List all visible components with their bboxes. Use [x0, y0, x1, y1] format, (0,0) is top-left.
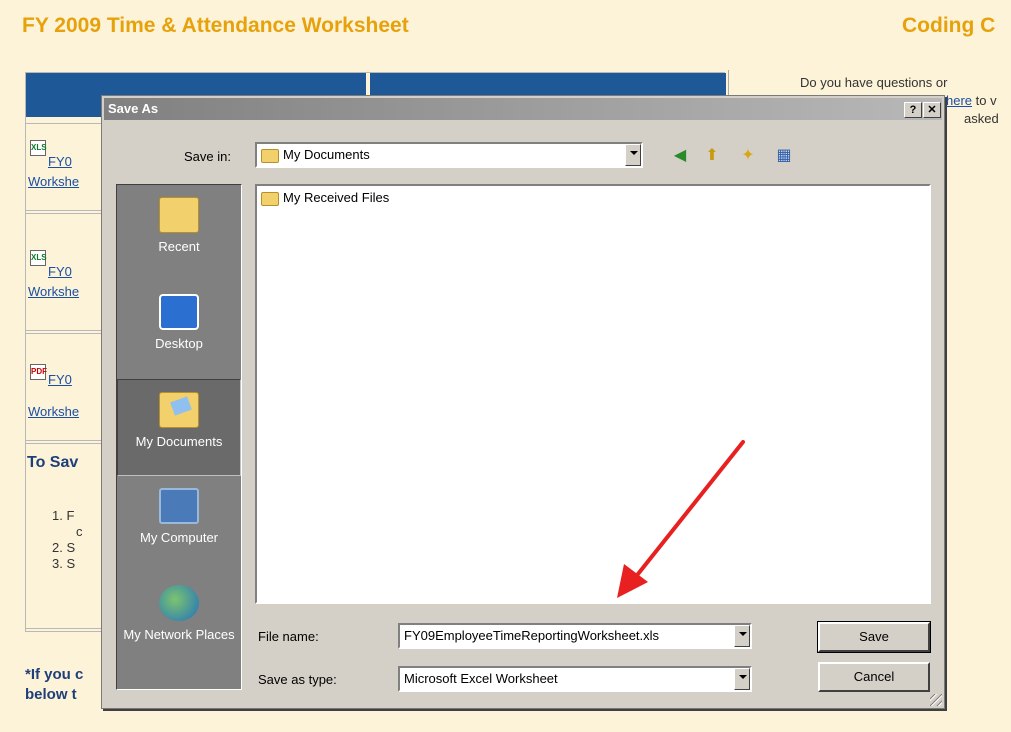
help-text-line3: asked — [964, 111, 999, 126]
save-in-dropdown[interactable]: My Documents — [255, 142, 643, 168]
place-recent[interactable]: Recent — [117, 185, 241, 282]
footer-line: below t — [25, 686, 77, 703]
place-label: Desktop — [155, 336, 203, 351]
place-network[interactable]: My Network Places — [117, 573, 241, 670]
up-folder-icon[interactable]: ⬆ — [702, 146, 722, 164]
resize-grip[interactable] — [930, 694, 942, 706]
back-icon[interactable]: ◀ — [670, 146, 690, 164]
place-label: My Documents — [135, 434, 223, 449]
worksheet-link[interactable]: Workshe — [28, 174, 79, 189]
help-button[interactable]: ? — [904, 102, 922, 118]
page-title-right: Coding C — [902, 14, 996, 37]
views-icon[interactable]: ▦ — [774, 146, 794, 164]
file-name-input[interactable]: FY09EmployeeTimeReportingWorksheet.xls — [398, 623, 752, 649]
worksheet-link[interactable]: FY0 — [48, 264, 72, 279]
place-desktop[interactable]: Desktop — [117, 282, 241, 379]
save-in-label: Save in: — [184, 149, 231, 164]
place-label: My Network Places — [123, 627, 235, 642]
help-text-line1: Do you have questions or — [800, 75, 948, 90]
place-label: Recent — [158, 239, 200, 254]
instruction-step: c — [76, 524, 83, 539]
list-item[interactable]: My Received Files — [261, 190, 389, 206]
save-in-text: My Documents — [283, 147, 370, 162]
instructions-list: 1. F c 2. S 3. S — [52, 508, 83, 572]
help-text-line2: to v — [975, 93, 997, 108]
instruction-step: 1. F — [52, 508, 75, 523]
pdf-file-icon: PDF — [30, 364, 47, 380]
chevron-down-icon[interactable] — [625, 144, 641, 166]
list-item-label: My Received Files — [283, 190, 390, 205]
close-button[interactable]: ✕ — [923, 102, 941, 118]
my-computer-icon — [159, 488, 199, 524]
dialog-titlebar[interactable]: Save As ? ✕ — [104, 98, 942, 120]
place-label: My Computer — [139, 530, 219, 545]
excel-file-icon: XLS — [30, 250, 47, 266]
folder-icon — [261, 191, 279, 206]
file-name-label: File name: — [258, 629, 319, 644]
page-title: FY 2009 Time & Attendance Worksheet — [22, 14, 409, 37]
excel-file-icon: XLS — [30, 140, 47, 156]
network-icon — [159, 585, 199, 621]
file-list[interactable]: My Received Files — [255, 184, 931, 604]
footer-line: *If you c — [25, 666, 84, 683]
my-documents-icon — [159, 392, 199, 428]
save-type-dropdown[interactable]: Microsoft Excel Worksheet — [398, 666, 752, 692]
instruction-step: 2. S — [52, 540, 76, 555]
worksheet-link[interactable]: Workshe — [28, 404, 79, 419]
footer-note: *If you c below t — [25, 665, 83, 705]
desktop-icon — [159, 294, 199, 330]
save-type-value: Microsoft Excel Worksheet — [404, 671, 558, 686]
worksheet-link[interactable]: FY0 — [48, 154, 72, 169]
help-link[interactable]: here — [946, 93, 972, 108]
folder-icon — [159, 197, 199, 233]
save-in-value: My Documents — [261, 147, 370, 163]
save-button[interactable]: Save — [817, 621, 931, 653]
save-type-label: Save as type: — [258, 672, 337, 687]
file-name-value: FY09EmployeeTimeReportingWorksheet.xls — [404, 628, 660, 643]
save-as-dialog: Save As ? ✕ Save in: My Documents ◀ ⬆ ✦ … — [101, 95, 945, 709]
chevron-down-icon[interactable] — [734, 625, 750, 647]
worksheet-link[interactable]: Workshe — [28, 284, 79, 299]
instruction-step: 3. S — [52, 556, 76, 571]
places-bar: Recent Desktop My Documents My Computer … — [116, 184, 242, 690]
cancel-button[interactable]: Cancel — [818, 662, 930, 692]
my-documents-icon — [261, 148, 279, 163]
new-folder-icon[interactable]: ✦ — [738, 146, 758, 164]
chevron-down-icon[interactable] — [734, 668, 750, 690]
place-my-computer[interactable]: My Computer — [117, 476, 241, 573]
dialog-title: Save As — [108, 101, 159, 116]
instructions-heading: To Sav — [27, 454, 79, 471]
worksheet-link[interactable]: FY0 — [48, 372, 72, 387]
place-my-documents[interactable]: My Documents — [117, 379, 241, 476]
